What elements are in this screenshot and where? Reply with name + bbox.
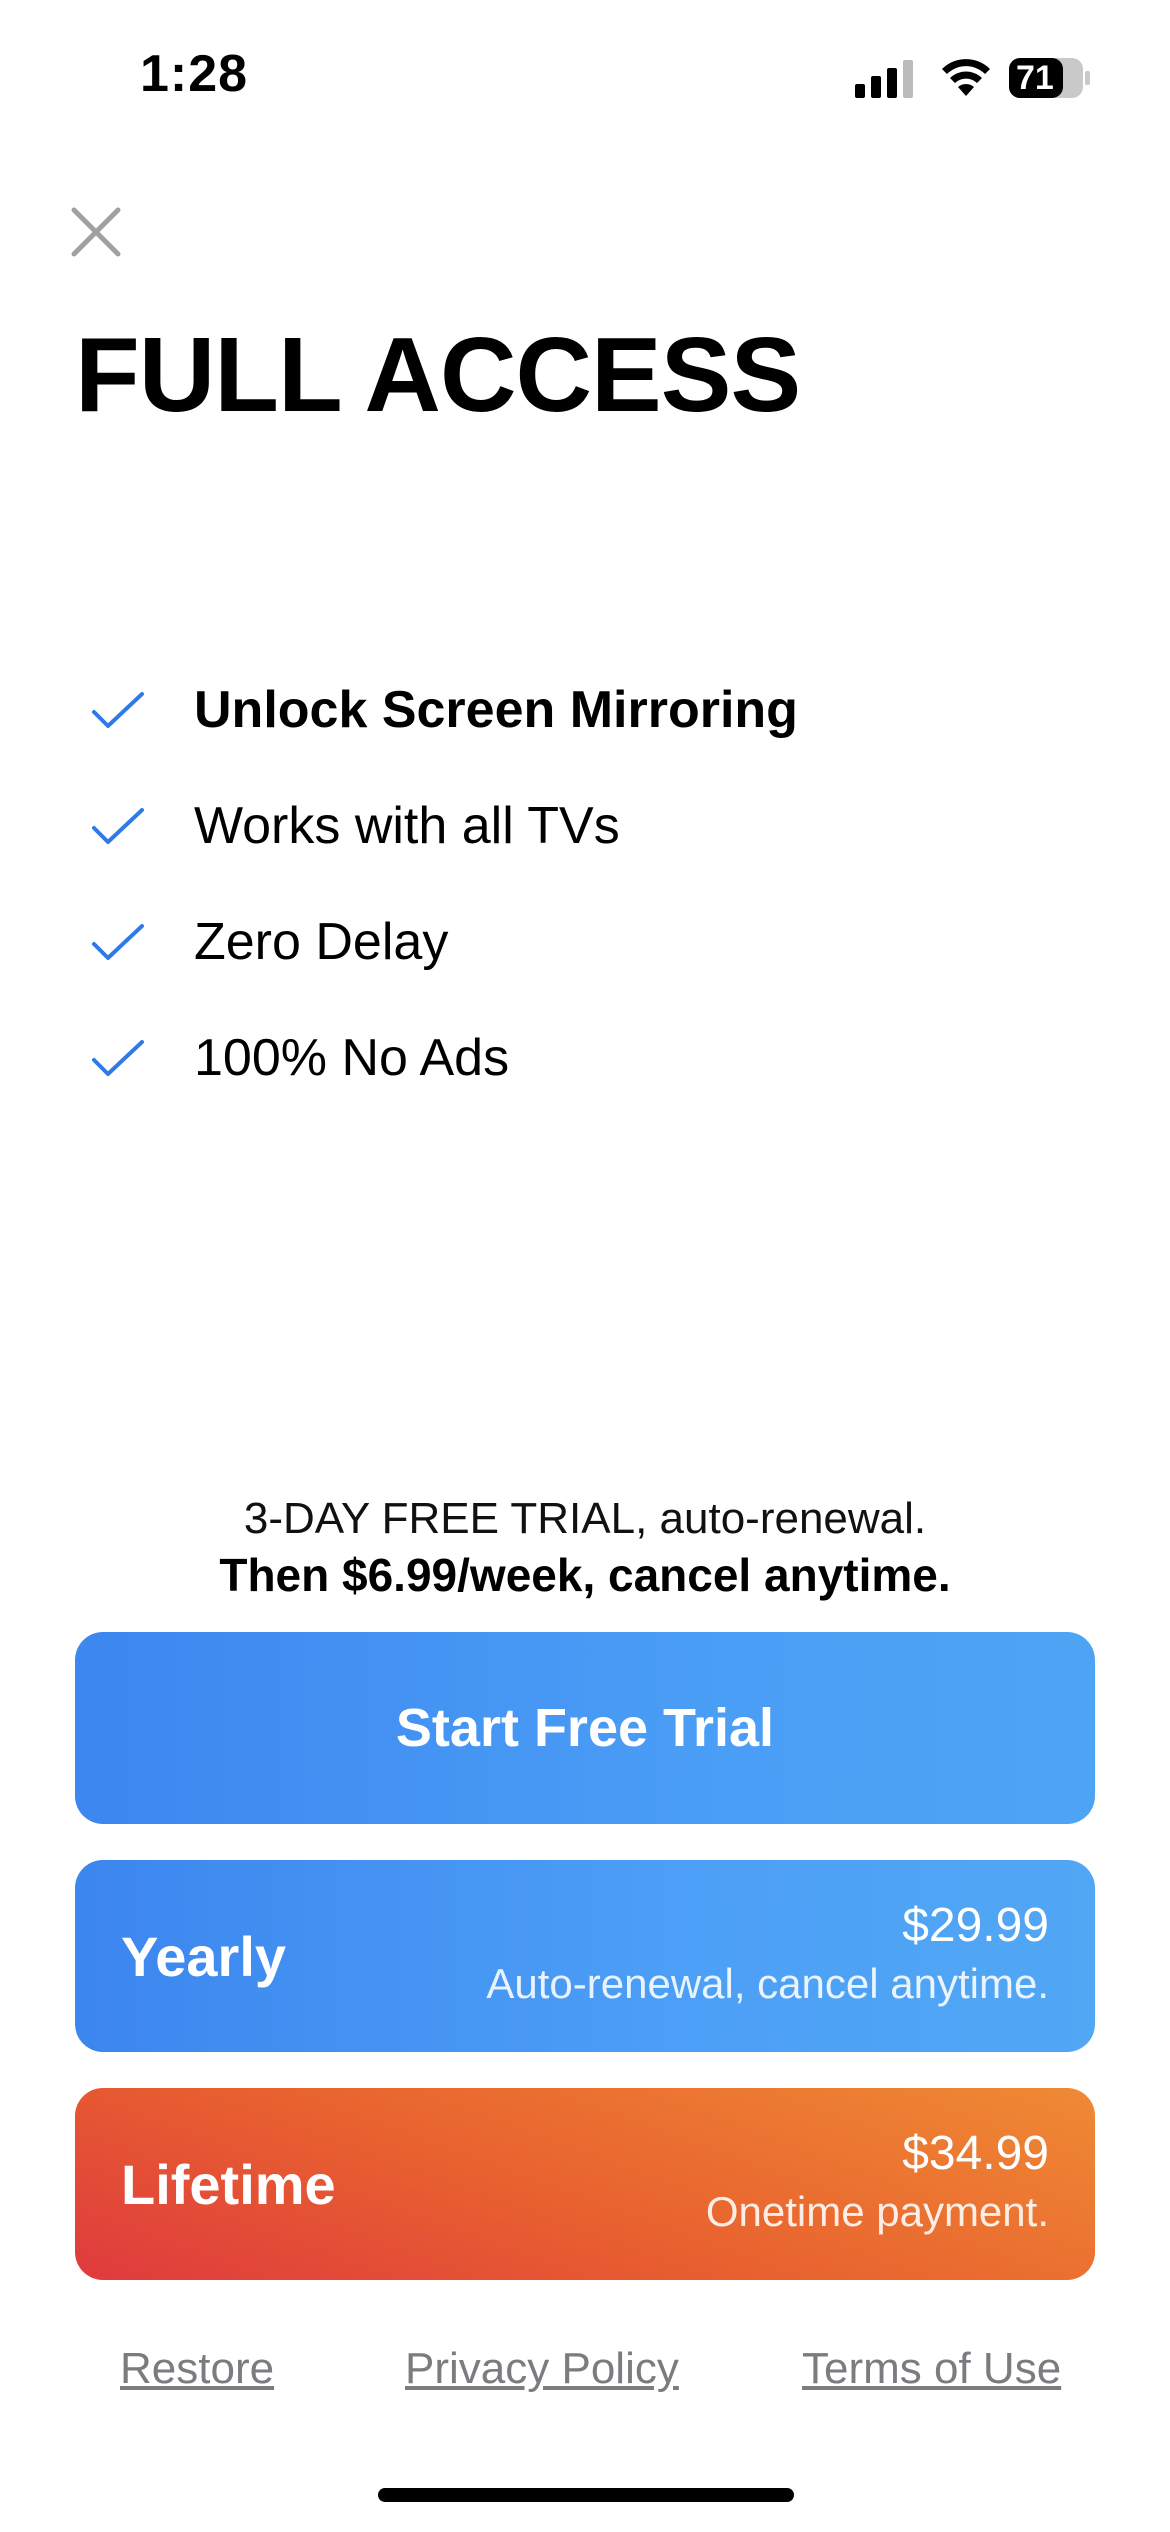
start-free-trial-label: Start Free Trial bbox=[395, 1698, 775, 1758]
plan-subtitle: Onetime payment. bbox=[705, 2188, 1049, 2235]
plan-subtitle: Auto-renewal, cancel anytime. bbox=[486, 1960, 1049, 2007]
feature-label: Works with all TVs bbox=[194, 797, 620, 855]
yearly-plan-button[interactable]: Yearly $29.99 Auto-renewal, cancel anyti… bbox=[75, 1860, 1095, 2052]
battery-level: 71 bbox=[1016, 59, 1054, 97]
battery-icon: 71 bbox=[1008, 56, 1092, 100]
close-icon[interactable] bbox=[70, 206, 122, 258]
home-indicator[interactable] bbox=[378, 2488, 794, 2502]
feature-item: Unlock Screen Mirroring bbox=[90, 680, 798, 740]
feature-item: Zero Delay bbox=[90, 912, 448, 972]
feature-label: Unlock Screen Mirroring bbox=[194, 681, 798, 739]
privacy-policy-link[interactable]: Privacy Policy bbox=[405, 2344, 679, 2394]
trial-info-line2: Then $6.99/week, cancel anytime. bbox=[219, 1549, 951, 1601]
feature-item: Works with all TVs bbox=[90, 796, 620, 856]
plan-name: Yearly bbox=[121, 1924, 287, 1988]
checkmark-icon bbox=[92, 924, 144, 960]
plan-price: $29.99 bbox=[902, 1899, 1049, 1952]
feature-item: 100% No Ads bbox=[90, 1028, 509, 1088]
plan-price: $34.99 bbox=[902, 2127, 1049, 2180]
feature-label: 100% No Ads bbox=[194, 1029, 510, 1087]
checkmark-icon bbox=[92, 692, 144, 728]
trial-info-line1: 3-DAY FREE TRIAL, auto-renewal. bbox=[243, 1494, 927, 1543]
signal-icon bbox=[855, 60, 913, 98]
terms-of-use-link[interactable]: Terms of Use bbox=[802, 2344, 1061, 2394]
plan-name: Lifetime bbox=[121, 2152, 336, 2216]
feature-label: Zero Delay bbox=[194, 913, 449, 971]
lifetime-plan-button[interactable]: Lifetime $34.99 Onetime payment. bbox=[75, 2088, 1095, 2280]
start-free-trial-button[interactable]: Start Free Trial bbox=[75, 1632, 1095, 1824]
wifi-icon bbox=[942, 59, 990, 96]
checkmark-icon bbox=[92, 808, 144, 844]
status-time: 1:28 bbox=[140, 45, 249, 103]
checkmark-icon bbox=[92, 1040, 144, 1076]
page-title: FULL ACCESS bbox=[75, 316, 801, 434]
restore-link[interactable]: Restore bbox=[120, 2344, 274, 2394]
